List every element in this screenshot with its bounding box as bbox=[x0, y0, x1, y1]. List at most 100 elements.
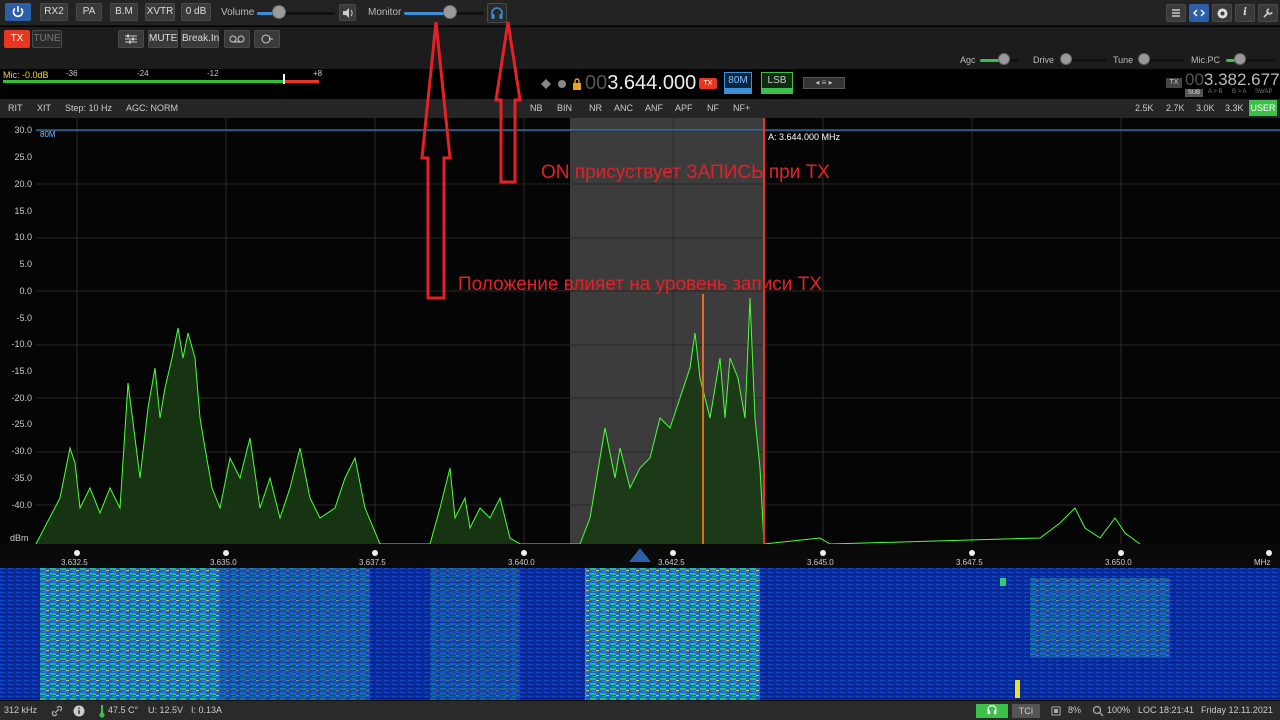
mode-selector[interactable]: LSB bbox=[761, 72, 793, 89]
info-circle-icon[interactable] bbox=[73, 705, 85, 717]
attenuator-button[interactable]: 0 dB bbox=[181, 3, 211, 21]
mute-button[interactable]: MUTE bbox=[148, 30, 178, 48]
filter-user[interactable]: USER bbox=[1249, 100, 1277, 116]
headphones-status[interactable] bbox=[976, 704, 1008, 718]
waterfall-signal-left bbox=[40, 568, 220, 700]
wrench-icon bbox=[1263, 8, 1273, 18]
headphones-icon bbox=[491, 7, 503, 19]
tools-button[interactable] bbox=[1258, 4, 1278, 22]
vfo-step-buttons[interactable]: ◂ ≡ ▸ bbox=[803, 77, 845, 89]
filter-3-3k[interactable]: 3.3K bbox=[1225, 103, 1244, 113]
sub-button[interactable]: SUB bbox=[1185, 89, 1203, 97]
band-selector[interactable]: 80M bbox=[724, 72, 752, 89]
step-left-icon[interactable]: ◂ bbox=[815, 78, 819, 87]
vfo-b-leading-zeros: 00 bbox=[1185, 70, 1204, 89]
nfplus-toggle[interactable]: NF+ bbox=[733, 103, 750, 113]
vfo-a-frequency[interactable]: 003.644.000 bbox=[585, 72, 696, 94]
current-date: Friday 12.11.2021 bbox=[1201, 705, 1273, 715]
step-selector[interactable]: Step: 10 Hz bbox=[65, 103, 112, 113]
freq-tick: 3.642.5 bbox=[658, 558, 685, 567]
waterfall-display[interactable] bbox=[0, 568, 1280, 700]
db-tick: 15.0 bbox=[14, 206, 32, 216]
apf-toggle[interactable]: APF bbox=[675, 103, 693, 113]
bm-button[interactable]: B.M bbox=[110, 3, 138, 21]
db-tick: -40.0 bbox=[11, 500, 32, 510]
nb-toggle[interactable]: NB bbox=[530, 103, 543, 113]
bin-toggle[interactable]: BIN bbox=[557, 103, 572, 113]
breakin-button[interactable]: Break.In bbox=[181, 30, 219, 48]
filter-3-0k[interactable]: 3.0K bbox=[1196, 103, 1215, 113]
annotation-on-record: ON присуствует ЗАПИСЬ при ТХ bbox=[541, 162, 830, 183]
band-dropdown[interactable] bbox=[724, 89, 752, 94]
waterfall-signal-passband bbox=[585, 568, 760, 700]
speaker-icon bbox=[342, 8, 353, 18]
thermometer-icon bbox=[99, 705, 105, 718]
span-bandwidth[interactable]: 312 kHz bbox=[4, 705, 37, 715]
db-tick: 30.0 bbox=[14, 125, 32, 135]
mode-dropdown[interactable] bbox=[761, 89, 793, 94]
cpu-usage: 8% bbox=[1068, 705, 1082, 715]
playback-icon bbox=[261, 34, 273, 44]
tune-button[interactable]: TUNE bbox=[32, 30, 62, 48]
tx-button[interactable]: TX bbox=[4, 30, 30, 48]
mic-scale-12: -12 bbox=[207, 69, 219, 78]
a-to-b-button[interactable]: A > B bbox=[1208, 89, 1223, 95]
speaker-button[interactable] bbox=[339, 4, 356, 21]
code-view-button[interactable] bbox=[1189, 4, 1209, 22]
lock-icon[interactable] bbox=[572, 78, 582, 90]
freq-tick: 3.637.5 bbox=[359, 558, 386, 567]
rx2-button[interactable]: RX2 bbox=[40, 3, 68, 21]
swap-button[interactable]: SWAP bbox=[1255, 89, 1272, 95]
mic-level-meter bbox=[3, 74, 319, 84]
mic-frequency-bar: Mic: -0.0dB -36 -24 -12 +8 003.644.000 T… bbox=[0, 69, 1280, 99]
filter-2-5k[interactable]: 2.5K bbox=[1135, 103, 1154, 113]
tuning-knob-icon[interactable] bbox=[540, 78, 552, 90]
nr-toggle[interactable]: NR bbox=[589, 103, 602, 113]
transmit-toolbar: TX TUNE MUTE Break.In Agc Drive Tune Mic… bbox=[0, 27, 1280, 69]
recorder-button[interactable] bbox=[224, 30, 250, 48]
filter-2-7k[interactable]: 2.7K bbox=[1166, 103, 1185, 113]
freq-tick: 3.640.0 bbox=[508, 558, 535, 567]
anf-toggle[interactable]: ANF bbox=[645, 103, 663, 113]
settings-icon bbox=[1217, 8, 1227, 19]
zoom-level: 100% bbox=[1107, 705, 1131, 715]
agc-mode-selector[interactable]: AGC: NORM bbox=[126, 103, 178, 113]
step-menu-icon[interactable]: ≡ bbox=[822, 78, 827, 87]
nf-toggle[interactable]: NF bbox=[707, 103, 719, 113]
spectrum-panadapter[interactable]: 30.0 25.0 20.0 15.0 10.0 5.0 0.0 -5.0 -1… bbox=[0, 118, 1280, 544]
list-view-button[interactable] bbox=[1166, 4, 1186, 22]
record-dot-icon[interactable] bbox=[557, 79, 567, 89]
db-tick: 25.0 bbox=[14, 152, 32, 162]
link-icon[interactable] bbox=[51, 705, 63, 717]
playback-button[interactable] bbox=[254, 30, 280, 48]
monitor-headphones-button[interactable] bbox=[487, 3, 507, 23]
db-tick: 5.0 bbox=[19, 259, 32, 269]
anc-toggle[interactable]: ANC bbox=[614, 103, 633, 113]
rit-toggle[interactable]: RIT bbox=[8, 103, 23, 113]
tci-status[interactable]: TCI bbox=[1012, 704, 1040, 718]
frequency-axis[interactable]: 3.632.5 3.635.0 3.637.5 3.640.0 3.642.5 … bbox=[0, 544, 1280, 568]
top-toolbar: RX2 PA B.M XVTR 0 dB Volume Monitor i bbox=[0, 0, 1280, 26]
temperature-readout: 47.5 C° bbox=[108, 705, 139, 715]
vfo-a-tx-badge: TX bbox=[699, 78, 717, 89]
xit-toggle[interactable]: XIT bbox=[37, 103, 51, 113]
equalizer-button[interactable] bbox=[118, 30, 144, 48]
b-to-a-button[interactable]: B > A bbox=[1232, 89, 1247, 95]
xvtr-button[interactable]: XVTR bbox=[145, 3, 175, 21]
micpc-label: Mic.PC bbox=[1191, 55, 1220, 65]
current-readout: I: 0.13A bbox=[191, 705, 223, 715]
power-button[interactable] bbox=[5, 3, 31, 21]
dsp-toggle-bar: RIT XIT Step: 10 Hz AGC: NORM NB BIN NR … bbox=[0, 99, 1280, 118]
db-tick: -30.0 bbox=[11, 446, 32, 456]
settings-button[interactable] bbox=[1212, 4, 1232, 22]
tuning-marker-icon[interactable] bbox=[628, 547, 652, 563]
vfo-a-leading-zeros: 00 bbox=[585, 72, 608, 94]
vfo-b-frequency[interactable]: 003.382.677 bbox=[1185, 71, 1280, 89]
db-tick: 20.0 bbox=[14, 179, 32, 189]
info-button[interactable]: i bbox=[1235, 4, 1255, 22]
pa-button[interactable]: PA bbox=[76, 3, 102, 21]
band-tag: 80M bbox=[40, 130, 56, 139]
equalizer-icon bbox=[125, 34, 137, 44]
vfo-frequency-label: A: 3.644.000 MHz bbox=[768, 132, 841, 142]
step-right-icon[interactable]: ▸ bbox=[829, 78, 833, 87]
